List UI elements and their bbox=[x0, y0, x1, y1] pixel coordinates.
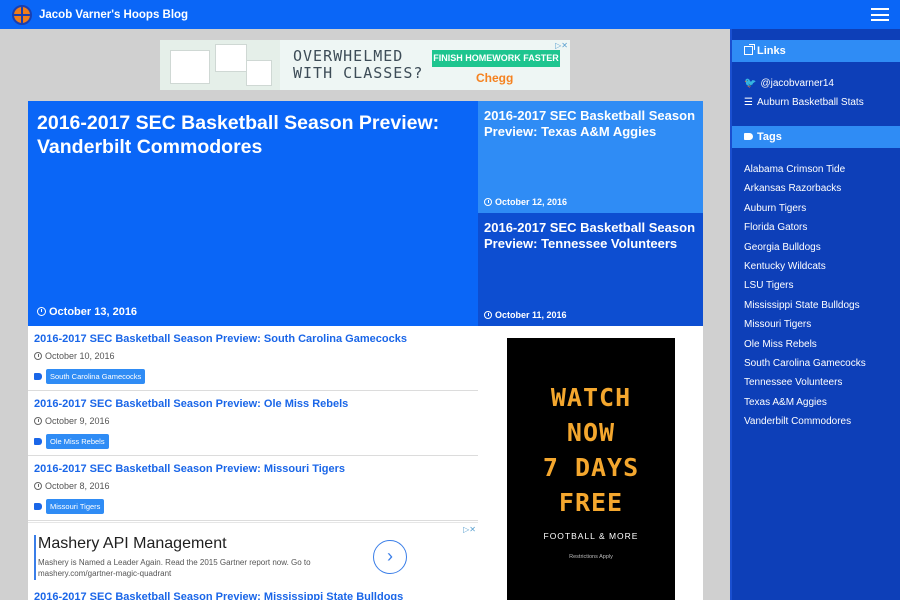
links-heading: Links bbox=[732, 40, 900, 62]
ad-banner-top[interactable]: OVERWHELMED WITH CLASSES? FINISH HOMEWOR… bbox=[160, 40, 570, 90]
post-tag: South Carolina Gamecocks bbox=[34, 369, 146, 384]
post-title-link[interactable]: 2016-2017 SEC Basketball Season Preview:… bbox=[34, 333, 407, 345]
ad-subtitle: FOOTBALL & MORE bbox=[543, 531, 639, 541]
clock-icon bbox=[484, 198, 492, 206]
post-tag: Missouri Tigers bbox=[34, 499, 105, 514]
list-item: 2016-2017 SEC Basketball Season Preview:… bbox=[28, 586, 478, 600]
featured-post[interactable]: 2016-2017 SEC Basketball Season Preview:… bbox=[478, 101, 703, 213]
ad-banner-side[interactable]: WATCH NOW 7 DAYS FREE FOOTBALL & MORE Re… bbox=[507, 338, 675, 600]
featured-post-title[interactable]: 2016-2017 SEC Basketball Season Preview:… bbox=[484, 220, 699, 251]
tag-icon bbox=[34, 373, 42, 380]
tag-icon bbox=[34, 438, 42, 445]
clock-icon bbox=[34, 482, 42, 490]
menu-icon[interactable] bbox=[871, 8, 889, 21]
sidebar-tag-link[interactable]: Tennessee Volunteers bbox=[732, 373, 900, 392]
ad-text: Mashery is Named a Leader Again. Read th… bbox=[38, 558, 311, 578]
ad-brand-logo: Chegg bbox=[476, 71, 514, 85]
tag-icon bbox=[34, 503, 42, 510]
list-item: 2016-2017 SEC Basketball Season Preview:… bbox=[28, 456, 478, 521]
ad-close-icon[interactable]: ▷✕ bbox=[555, 41, 568, 50]
list-icon: ☰ bbox=[744, 97, 753, 108]
sidebar-tag-link[interactable]: Ole Miss Rebels bbox=[732, 335, 900, 354]
featured-post-title[interactable]: 2016-2017 SEC Basketball Season Preview:… bbox=[484, 108, 699, 139]
main-content: 2016-2017 SEC Basketball Season Preview:… bbox=[28, 101, 703, 600]
sidebar-tag-link[interactable]: Georgia Bulldogs bbox=[732, 238, 900, 257]
post-date: October 9, 2016 bbox=[34, 416, 110, 426]
sidebar-tag-link[interactable]: Mississippi State Bulldogs bbox=[732, 296, 900, 315]
tags-list: Alabama Crimson Tide Arkansas Razorbacks… bbox=[732, 148, 900, 431]
ad-accent-bar bbox=[34, 535, 36, 580]
top-navbar: Jacob Varner's Hoops Blog bbox=[0, 0, 900, 29]
sidebar-link-stats[interactable]: ☰ Auburn Basketball Stats bbox=[732, 93, 900, 112]
sidebar-tag-link[interactable]: Arkansas Razorbacks bbox=[732, 179, 900, 198]
post-date: October 10, 2016 bbox=[34, 351, 115, 361]
ad-banner-inline[interactable]: Mashery API Management Mashery is Named … bbox=[28, 522, 478, 586]
hero-post-date: October 13, 2016 bbox=[37, 306, 137, 318]
sidebar-tag-link[interactable]: Missouri Tigers bbox=[732, 315, 900, 334]
sidebar-tag-link[interactable]: Auburn Tigers bbox=[732, 199, 900, 218]
chevron-right-icon[interactable]: › bbox=[373, 540, 407, 574]
ad-close-icon[interactable]: ▷✕ bbox=[463, 525, 476, 534]
links-list: 🐦 @jacobvarner14 ☰ Auburn Basketball Stats bbox=[732, 62, 900, 112]
sidebar-tag-link[interactable]: Vanderbilt Commodores bbox=[732, 412, 900, 431]
hero-post[interactable]: 2016-2017 SEC Basketball Season Preview:… bbox=[28, 101, 478, 326]
post-title-link[interactable]: 2016-2017 SEC Basketball Season Preview:… bbox=[34, 463, 345, 475]
ad-headline: OVERWHELMED WITH CLASSES? bbox=[293, 47, 424, 82]
list-item: 2016-2017 SEC Basketball Season Preview:… bbox=[28, 326, 478, 391]
ad-headline: WATCH NOW 7 DAYS FREE bbox=[542, 383, 640, 517]
sidebar-tag-link[interactable]: Alabama Crimson Tide bbox=[732, 160, 900, 179]
clock-icon bbox=[34, 352, 42, 360]
clock-icon bbox=[484, 311, 492, 319]
external-link-icon bbox=[744, 44, 755, 55]
tags-heading: Tags bbox=[732, 126, 900, 148]
post-title-link[interactable]: 2016-2017 SEC Basketball Season Preview:… bbox=[34, 591, 403, 600]
twitter-icon: 🐦 bbox=[744, 78, 757, 89]
post-date: October 8, 2016 bbox=[34, 481, 110, 491]
sidebar-tag-link[interactable]: Texas A&M Aggies bbox=[732, 393, 900, 412]
sidebar-tag-link[interactable]: Kentucky Wildcats bbox=[732, 257, 900, 276]
featured-post[interactable]: 2016-2017 SEC Basketball Season Preview:… bbox=[478, 213, 703, 326]
sidebar-link-twitter[interactable]: 🐦 @jacobvarner14 bbox=[732, 74, 900, 93]
clock-icon bbox=[37, 307, 46, 316]
featured-post-date: October 12, 2016 bbox=[484, 197, 567, 207]
ad-fine-print: Restrictions Apply bbox=[569, 554, 613, 560]
sidebar: Links 🐦 @jacobvarner14 ☰ Auburn Basketball… bbox=[730, 29, 900, 600]
tag-badge[interactable]: South Carolina Gamecocks bbox=[46, 369, 146, 384]
site-title[interactable]: Jacob Varner's Hoops Blog bbox=[39, 9, 188, 21]
post-title-link[interactable]: 2016-2017 SEC Basketball Season Preview:… bbox=[34, 398, 348, 410]
ad-illustration bbox=[160, 40, 280, 90]
list-item: 2016-2017 SEC Basketball Season Preview:… bbox=[28, 391, 478, 456]
featured-post-date: October 11, 2016 bbox=[484, 310, 567, 320]
sidebar-tag-link[interactable]: South Carolina Gamecocks bbox=[732, 354, 900, 373]
basketball-logo-icon[interactable] bbox=[12, 4, 32, 25]
hero-post-title[interactable]: 2016-2017 SEC Basketball Season Preview:… bbox=[37, 111, 467, 159]
post-list: 2016-2017 SEC Basketball Season Preview:… bbox=[28, 326, 478, 521]
ad-title[interactable]: Mashery API Management bbox=[38, 535, 227, 553]
tag-badge[interactable]: Missouri Tigers bbox=[46, 499, 105, 514]
ad-cta-button[interactable]: FINISH HOMEWORK FASTER bbox=[432, 50, 560, 67]
sidebar-tag-link[interactable]: Florida Gators bbox=[732, 218, 900, 237]
sidebar-tag-link[interactable]: LSU Tigers bbox=[732, 276, 900, 295]
tags-icon bbox=[744, 133, 753, 140]
tag-badge[interactable]: Ole Miss Rebels bbox=[46, 434, 109, 449]
clock-icon bbox=[34, 417, 42, 425]
post-tag: Ole Miss Rebels bbox=[34, 434, 109, 449]
